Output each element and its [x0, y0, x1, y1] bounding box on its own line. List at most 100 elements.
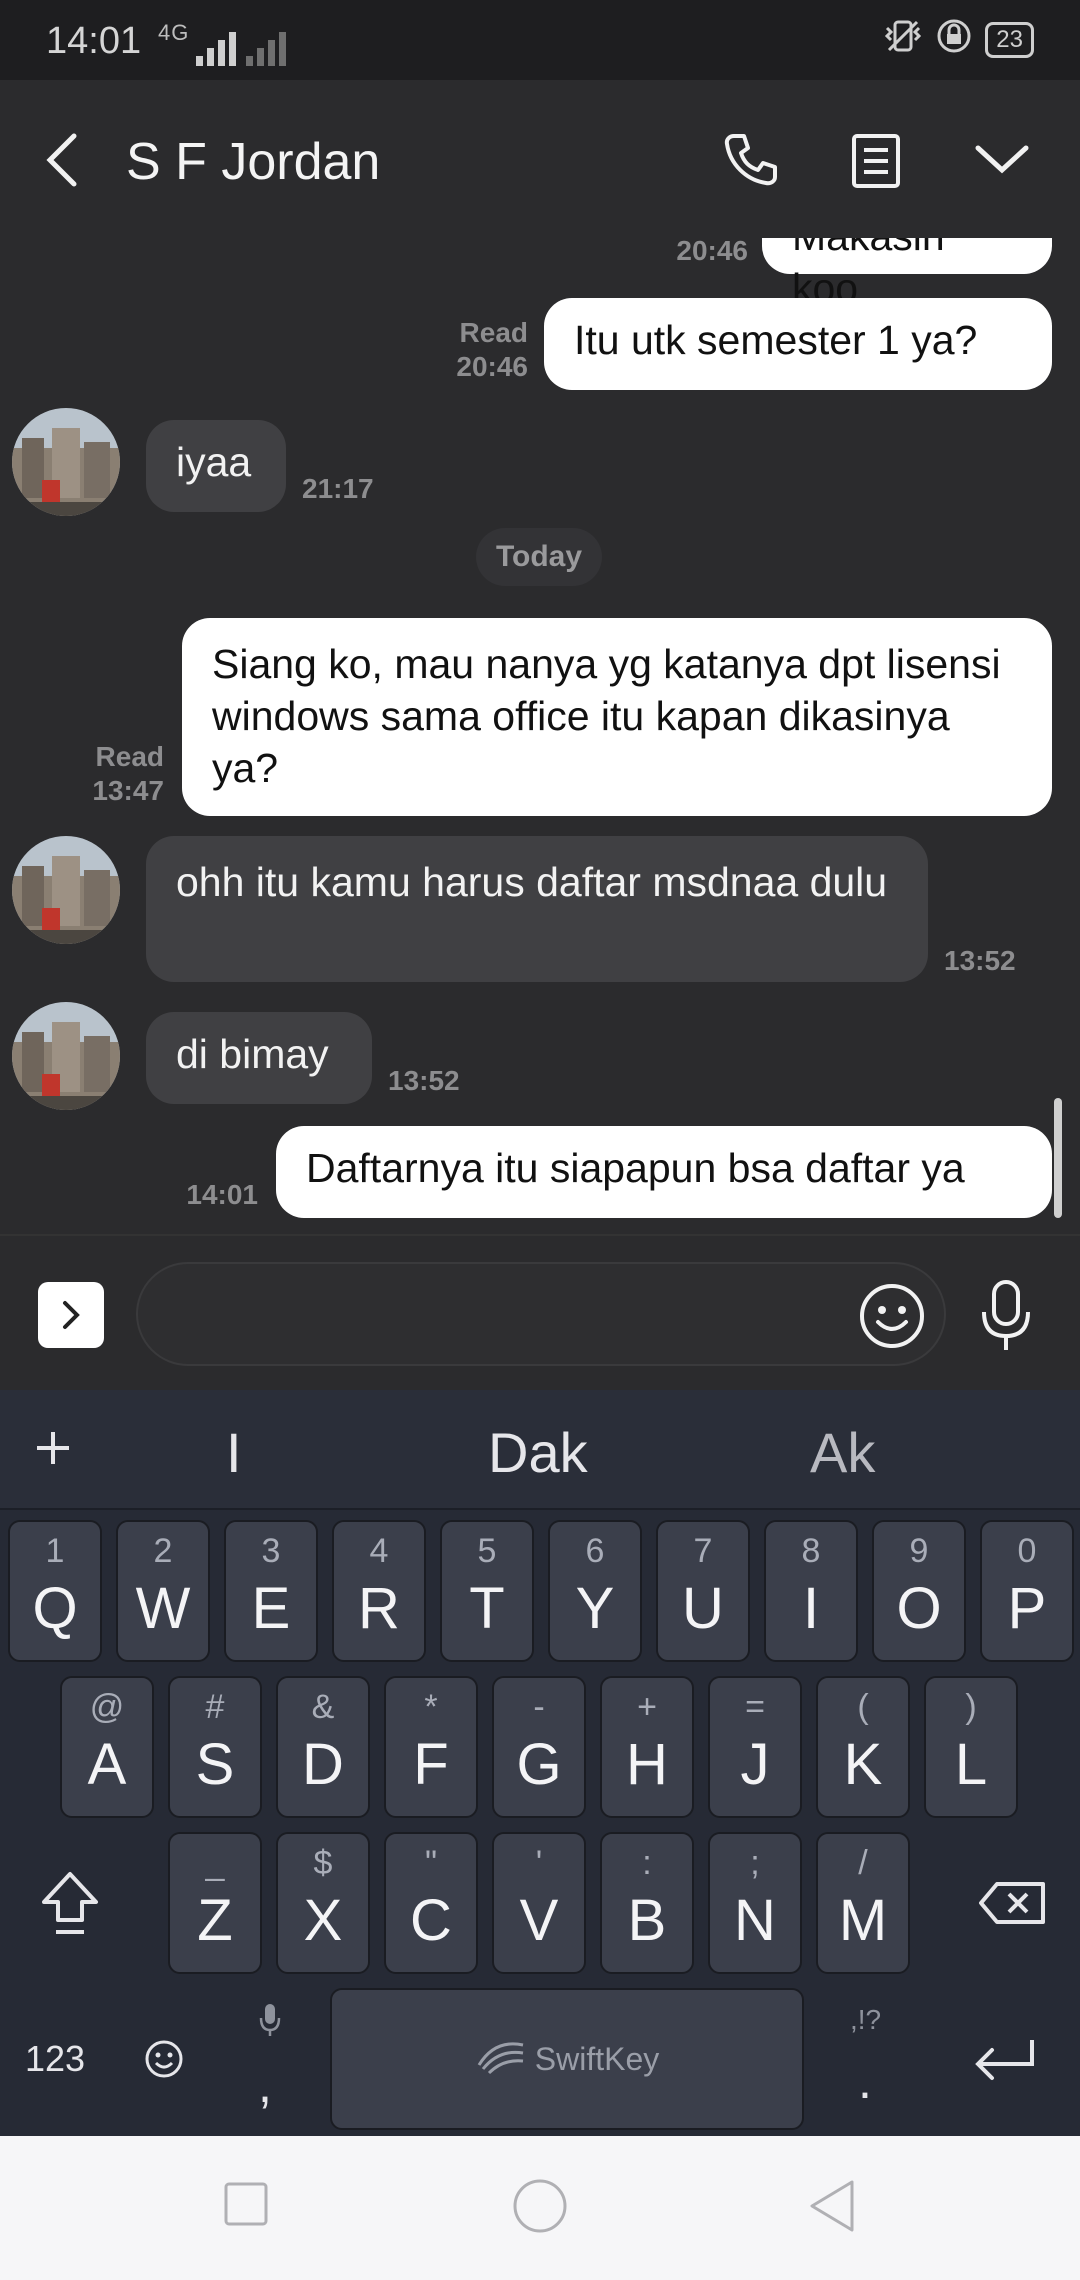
key-h[interactable]: + H — [600, 1676, 694, 1818]
message-time: 20:46 — [456, 351, 528, 382]
expand-tools-button[interactable] — [38, 1282, 104, 1348]
key-t[interactable]: 5T — [440, 1520, 534, 1662]
key-label: S — [195, 1732, 235, 1797]
key-d[interactable]: & D — [276, 1676, 370, 1818]
suggestion-2[interactable]: Dak — [488, 1420, 588, 1485]
chat-scrollbar[interactable] — [1054, 1098, 1062, 1218]
key-label: B — [627, 1888, 667, 1953]
key-w[interactable]: 2W — [116, 1520, 210, 1662]
shift-key[interactable] — [28, 1832, 112, 1974]
chevron-right-icon — [63, 1301, 80, 1329]
key-r[interactable]: 4R — [332, 1520, 426, 1662]
message-time: 13:52 — [388, 1065, 460, 1096]
key-g[interactable]: -G — [492, 1676, 586, 1818]
key-sub-label: 2 — [153, 1532, 173, 1570]
backspace-key[interactable] — [964, 1832, 1060, 1974]
home-button[interactable] — [512, 2178, 568, 2239]
key-v[interactable]: ' V — [492, 1832, 586, 1974]
key-m[interactable]: / M — [816, 1832, 910, 1974]
key-label: E — [251, 1576, 291, 1641]
comma-label: , — [258, 2057, 272, 2113]
message-bubble-outgoing[interactable]: Itu utk semester 1 ya? — [544, 298, 1052, 390]
emoji-key[interactable] — [124, 1988, 204, 2130]
emoji-button[interactable] — [858, 1282, 926, 1350]
key-label: M — [838, 1888, 888, 1953]
lock-icon — [937, 19, 971, 61]
message-bubble-incoming[interactable]: di bimay — [146, 1012, 372, 1104]
key-sub-label: @ — [89, 1688, 125, 1726]
enter-key[interactable] — [950, 1988, 1060, 2130]
key-sub-label: ( — [857, 1688, 869, 1726]
key-b[interactable]: :B — [600, 1832, 694, 1974]
key-label: N — [734, 1888, 776, 1953]
smiley-icon — [145, 2040, 183, 2078]
back-nav-button[interactable] — [806, 2178, 858, 2239]
key-sub-label: " — [424, 1844, 438, 1882]
back-button[interactable] — [40, 130, 84, 190]
key-sub-label: 0 — [1017, 1532, 1037, 1570]
key-sub-label: / — [858, 1844, 868, 1882]
contact-avatar[interactable] — [12, 836, 120, 944]
phone-icon — [724, 134, 777, 186]
key-k[interactable]: (K — [816, 1676, 910, 1818]
key-e[interactable]: 3E — [224, 1520, 318, 1662]
key-sub-label: $ — [313, 1844, 333, 1882]
message-bubble-outgoing[interactable]: Siang ko, mau nanya yg katanya dpt lisen… — [182, 618, 1052, 816]
key-sub-label: ) — [965, 1688, 977, 1726]
key-f[interactable]: * F — [384, 1676, 478, 1818]
chat-messages[interactable]: 20:46 Makasih koo Read 20:46 Itu utk sem… — [0, 238, 1080, 1234]
message-bubble-outgoing[interactable]: Makasih koo — [762, 238, 1052, 311]
signal-icon — [196, 30, 286, 75]
comma-key[interactable]: , — [230, 1988, 310, 2130]
contact-avatar[interactable] — [12, 408, 120, 516]
suggestion-1[interactable]: I — [226, 1420, 242, 1485]
key-q[interactable]: 1Q — [8, 1520, 102, 1662]
message-time: 21:17 — [302, 473, 374, 504]
key-u[interactable]: 7U — [656, 1520, 750, 1662]
key-n[interactable]: ; N — [708, 1832, 802, 1974]
menu-dropdown-button[interactable] — [962, 120, 1042, 200]
key-sub-label: 9 — [909, 1532, 929, 1570]
space-key[interactable]: SwiftKey — [330, 1988, 804, 2130]
key-sub-label: * — [424, 1688, 438, 1726]
message-bubble-outgoing[interactable]: Daftarnya itu siapapun bsa daftar ya — [276, 1126, 1052, 1218]
message-bubble-incoming[interactable]: ohh itu kamu harus daftar msdnaa dulu — [146, 836, 928, 982]
voice-message-button[interactable] — [976, 1276, 1036, 1356]
recents-button[interactable] — [222, 2180, 270, 2233]
call-button[interactable] — [710, 120, 790, 200]
key-label: V — [519, 1888, 559, 1953]
key-j[interactable]: = J — [708, 1676, 802, 1818]
contact-avatar[interactable] — [12, 1002, 120, 1110]
circle-icon — [513, 2179, 567, 2233]
key-sub-label: + — [637, 1688, 657, 1726]
suggestion-3[interactable]: Ak — [810, 1420, 875, 1485]
key-label: I — [802, 1576, 820, 1641]
toolbar-plus-button[interactable] — [34, 1420, 72, 1481]
microphone-icon — [982, 1280, 1030, 1350]
key-x[interactable]: $ X — [276, 1832, 370, 1974]
contact-name[interactable]: S F Jordan — [126, 132, 380, 192]
message-bubble-incoming[interactable]: iyaa — [146, 420, 286, 512]
key-z[interactable]: _ Z — [168, 1832, 262, 1974]
message-input[interactable] — [136, 1262, 946, 1366]
key-i[interactable]: 8I — [764, 1520, 858, 1662]
key-sub-label: _ — [205, 1844, 225, 1882]
key-c[interactable]: " C — [384, 1832, 478, 1974]
read-receipt: Read — [95, 741, 164, 772]
key-a[interactable]: @ A — [60, 1676, 154, 1818]
key-sub-label: 6 — [585, 1532, 605, 1570]
key-label: Z — [197, 1888, 233, 1953]
message-time: 13:47 — [92, 775, 164, 806]
period-key[interactable]: ,!? . — [826, 1988, 906, 2130]
plus-icon — [37, 1432, 69, 1464]
document-icon — [852, 134, 900, 188]
key-l[interactable]: ) L — [924, 1676, 1018, 1818]
key-p[interactable]: 0P — [980, 1520, 1074, 1662]
key-o[interactable]: 9O — [872, 1520, 966, 1662]
key-s[interactable]: # S — [168, 1676, 262, 1818]
read-receipt: Read — [459, 317, 528, 348]
key-y[interactable]: 6Y — [548, 1520, 642, 1662]
notes-button[interactable] — [836, 120, 916, 200]
avatar-image — [12, 1002, 120, 1110]
numbers-key[interactable]: 123 — [10, 1988, 100, 2130]
